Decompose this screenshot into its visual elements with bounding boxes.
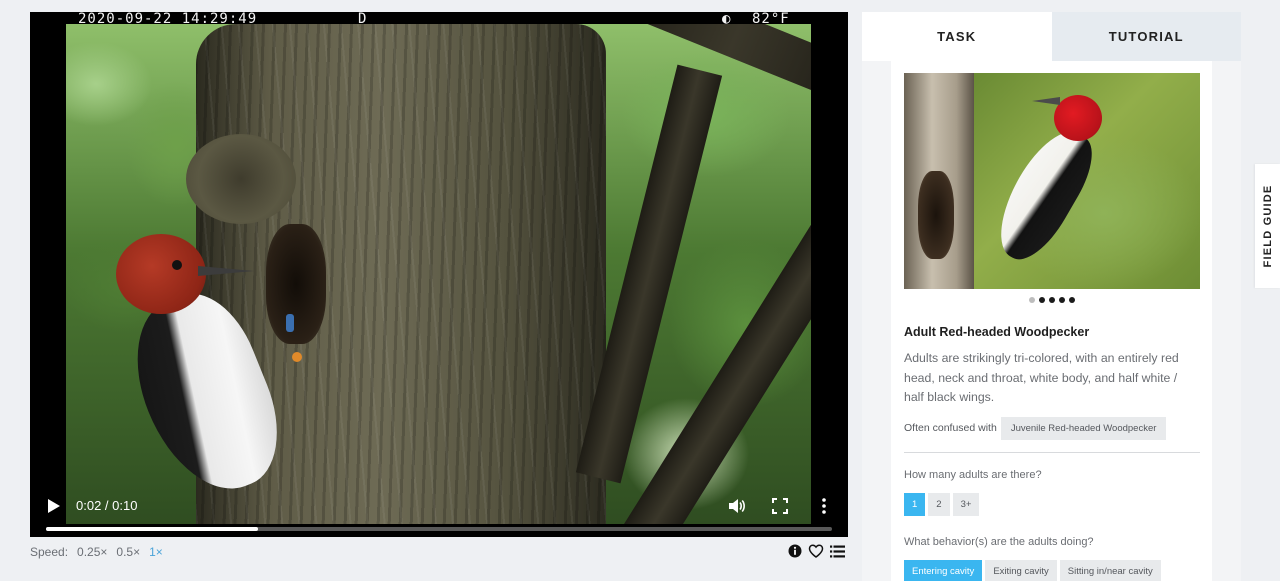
photo-cavity [918,171,954,259]
woodpecker-eye [172,260,182,270]
panel-tabs: TASK TUTORIAL [862,12,1241,61]
video-progress-bar[interactable] [46,527,832,531]
info-icon[interactable] [788,544,802,558]
speed-option-1[interactable]: 1× [149,545,163,559]
speed-option-0.25[interactable]: 0.25× [77,545,107,559]
species-description: Adults are strikingly tri-colored, with … [904,351,1179,404]
woodpecker-head [116,234,206,314]
camera-timestamp: 2020-09-22 14:29:49 [78,12,258,27]
photo-woodpecker-body [983,119,1105,271]
speed-option-0.5[interactable]: 0.5× [116,545,140,559]
task-card-body: Adult Red-headed Woodpecker Adults are s… [904,73,1200,581]
classification-panel: TASK TUTORIAL Adult Red-headed Woodpecke… [862,12,1241,581]
behavior-option-sitting[interactable]: Sitting in/near cavity [1059,559,1161,581]
subject-utility-icons [788,544,845,558]
confused-with-chip[interactable]: Juvenile Red-headed Woodpecker [1000,416,1167,440]
task-card: Adult Red-headed Woodpecker Adults are s… [891,61,1212,581]
play-icon[interactable] [48,499,60,513]
leg-band-orange [292,352,302,362]
species-name: Adult Red-headed Woodpecker [904,325,1090,339]
carousel-dot-4[interactable] [1059,297,1065,303]
list-icon[interactable] [830,545,845,558]
confused-with-row: Often confused with Juvenile Red-headed … [904,416,1200,440]
photo-woodpecker-beak [1032,97,1060,105]
confused-with-label: Often confused with [904,422,997,434]
volume-icon[interactable] [727,497,745,515]
time-display: 0:02 / 0:10 [76,498,138,513]
field-guide-label: FIELD GUIDE [1261,184,1274,268]
camera-temperature: 82°F [752,12,790,27]
woodpecker-beak [198,266,254,276]
behavior-option-exiting[interactable]: Exiting cavity [985,559,1057,581]
count-option-3plus[interactable]: 3+ [952,492,980,516]
more-vertical-icon[interactable] [820,497,828,515]
adult-count-options: 1 2 3+ [904,492,1200,516]
video-controls: 0:02 / 0:10 [30,477,848,537]
photo-woodpecker-head [1054,95,1102,141]
field-guide-tab[interactable]: FIELD GUIDE [1255,164,1280,288]
leg-band-blue [286,314,294,332]
camera-overlay: 2020-09-22 14:29:49 D ◐ 82°F [30,12,848,33]
carousel-dot-2[interactable] [1039,297,1045,303]
video-frame[interactable] [66,24,811,524]
carousel-dot-5[interactable] [1069,297,1075,303]
image-carousel-dots [904,297,1200,303]
video-woodpecker [106,234,302,510]
playback-speed-row: Speed: 0.25× 0.5× 1× [30,545,163,559]
count-option-2[interactable]: 2 [928,492,950,516]
carousel-dot-3[interactable] [1049,297,1055,303]
speed-label: Speed: [30,545,69,559]
tab-tutorial[interactable]: TUTORIAL [1051,12,1241,61]
tab-task[interactable]: TASK [862,12,1052,61]
video-progress-fill [46,527,259,531]
section-divider [904,451,1200,453]
behavior-option-entering[interactable]: Entering cavity [904,559,983,581]
moon-phase-icon: ◐ [722,12,732,27]
woodpecker-body [112,278,300,510]
behavior-options: Entering cavity Exiting cavity Sitting i… [904,559,1200,581]
question-adult-behavior: What behavior(s) are the adults doing? [904,535,1094,548]
carousel-dot-1[interactable] [1029,297,1035,303]
question-adult-count: How many adults are there? [904,468,1042,481]
fullscreen-icon[interactable] [772,498,788,514]
heart-icon[interactable] [808,544,824,558]
count-option-1[interactable]: 1 [904,492,926,516]
camera-mode: D [358,12,368,27]
species-example-image [904,73,1200,289]
video-tree-knot [186,134,296,224]
video-player[interactable]: 2020-09-22 14:29:49 D ◐ 82°F 0:02 / 0:10 [30,12,848,537]
